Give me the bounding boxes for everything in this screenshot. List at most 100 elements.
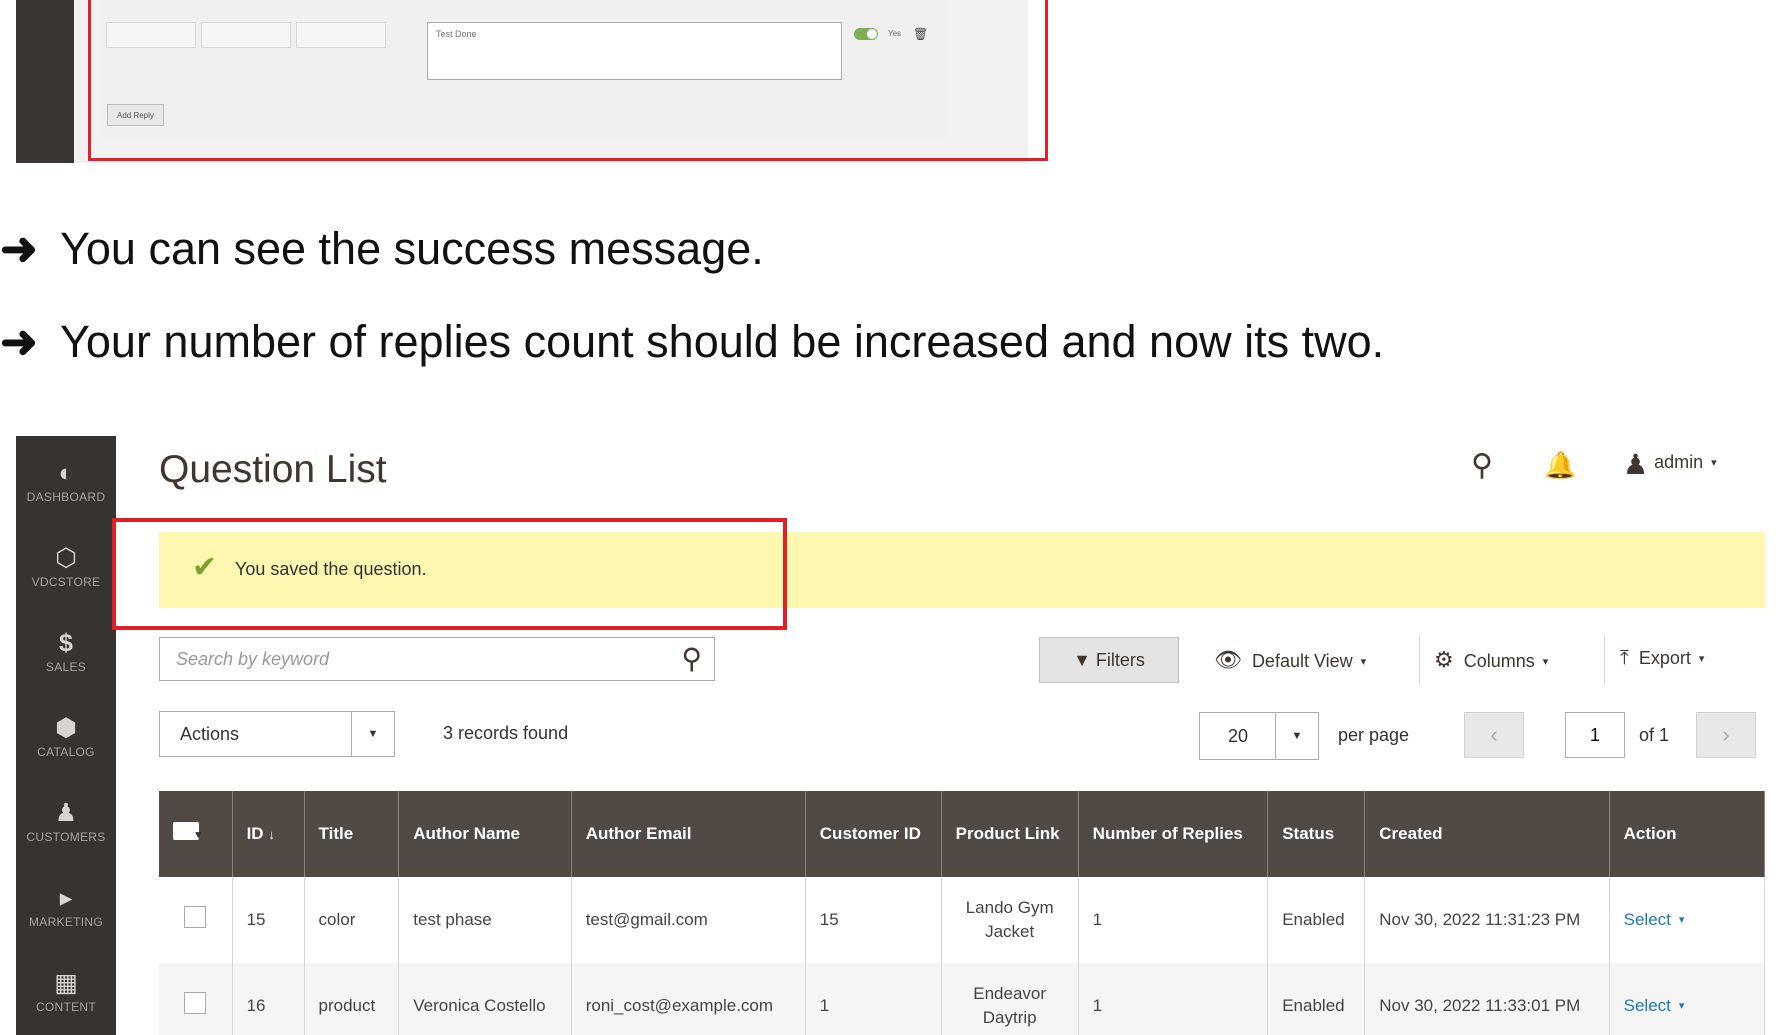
- chevron-down-icon: ▾: [1711, 457, 1717, 469]
- user-menu[interactable]: ♟ admin ▾: [1623, 448, 1717, 481]
- sidebar-item-label: MARKETING: [28, 915, 104, 929]
- default-view-dropdown[interactable]: 👁 Default View ▾: [1214, 647, 1366, 673]
- per-page-dropdown[interactable]: 20 ▼: [1199, 712, 1319, 760]
- cell-action: Select ▾: [1609, 963, 1766, 1035]
- row-checkbox-cell: [159, 963, 233, 1035]
- cell-customer-id: 1: [805, 963, 942, 1035]
- top-screenshot: Test Done Yes 🗑 Add Reply: [16, 0, 1048, 163]
- cell-author-email: roni_cost@example.com: [571, 963, 806, 1035]
- sidebar-item-label: SALES: [45, 660, 87, 674]
- per-page-label: per page: [1338, 725, 1410, 745]
- column-header-action: Action: [1609, 791, 1766, 877]
- chevron-down-icon: ▼: [1275, 713, 1318, 759]
- trash-icon[interactable]: 🗑: [913, 27, 928, 41]
- column-header-author-email[interactable]: Author Email: [571, 791, 806, 877]
- actions-dropdown[interactable]: Actions ▼: [159, 711, 395, 757]
- gear-icon: ⚙: [1434, 647, 1454, 672]
- column-header-title[interactable]: Title: [304, 791, 400, 877]
- toolbar-divider: [1604, 636, 1605, 684]
- row-checkbox[interactable]: [184, 991, 207, 1014]
- page-number-input[interactable]: [1565, 712, 1625, 758]
- select-label: Select: [1623, 910, 1671, 929]
- megaphone-icon: ▸: [59, 884, 73, 912]
- search-icon[interactable]: ⚲: [1471, 448, 1493, 483]
- chevron-down-icon: ▾: [1678, 914, 1685, 926]
- column-header-product-link[interactable]: Product Link: [941, 791, 1079, 877]
- cell-author-name: test phase: [398, 877, 572, 963]
- column-header-author-name[interactable]: Author Name: [398, 791, 572, 877]
- bell-icon[interactable]: 🔔: [1544, 450, 1576, 481]
- success-message: ✔ You saved the question.: [159, 532, 1765, 608]
- column-header-customer-id[interactable]: Customer ID: [805, 791, 942, 877]
- sidebar-item-vdcstore[interactable]: ⬡ VDCSTORE: [16, 543, 116, 589]
- chevron-down-icon: ▾: [1678, 1000, 1685, 1012]
- dollar-icon: $: [59, 629, 73, 657]
- eye-icon: 👁: [1214, 647, 1242, 672]
- cell-product-link[interactable]: Endeavor Daytrip: [941, 963, 1079, 1035]
- sidebar-item-sales[interactable]: $ SALES: [16, 628, 116, 674]
- select-label: Select: [1623, 996, 1671, 1015]
- next-page-button[interactable]: ›: [1696, 712, 1756, 758]
- previous-page-button[interactable]: ‹: [1464, 712, 1524, 758]
- sidebar-item-dashboard[interactable]: ◐ DASHBOARD: [16, 458, 116, 504]
- reply-status-toggle[interactable]: [854, 28, 878, 40]
- toggle-label: Yes: [888, 29, 902, 38]
- cell-created: Nov 30, 2022 11:33:01 PM: [1364, 963, 1610, 1035]
- chevron-down-icon: ▾: [1698, 653, 1705, 665]
- top-sidebar: [16, 0, 74, 163]
- chevron-left-icon: ‹: [1490, 722, 1498, 747]
- filters-button[interactable]: ▼ Filters: [1039, 637, 1179, 683]
- page-title: Question List: [159, 448, 387, 491]
- question-grid: ID ↓ Title Author Name Author Email Cust…: [159, 791, 1766, 1035]
- page-count: of 1: [1639, 725, 1670, 745]
- sidebar-item-catalog[interactable]: ⬢ CATALOG: [16, 713, 116, 759]
- arrow-icon: ➜: [0, 316, 38, 367]
- cell-customer-id: 15: [805, 877, 942, 963]
- reply-content-textarea[interactable]: Test Done: [427, 22, 842, 80]
- add-reply-button[interactable]: Add Reply: [107, 104, 164, 126]
- user-name: admin: [1654, 452, 1704, 472]
- sidebar-item-label: CUSTOMERS: [26, 830, 106, 844]
- reply-field-1[interactable]: [106, 22, 196, 48]
- sidebar-item-label: VDCSTORE: [31, 575, 101, 589]
- cell-title: product: [304, 963, 400, 1035]
- cell-product-link[interactable]: Lando Gym Jacket: [941, 877, 1079, 963]
- sidebar-item-marketing[interactable]: ▸ MARKETING: [16, 883, 116, 929]
- search-input[interactable]: [160, 638, 682, 680]
- row-checkbox-cell: [159, 877, 233, 963]
- row-action-select[interactable]: Select ▾: [1624, 910, 1685, 929]
- row-action-select[interactable]: Select ▾: [1624, 996, 1685, 1015]
- columns-dropdown[interactable]: ⚙ Columns ▾: [1434, 647, 1548, 673]
- actions-label: Actions: [180, 724, 240, 744]
- sidebar-item-label: CATALOG: [37, 745, 95, 759]
- export-dropdown[interactable]: ⤒ Export ▾: [1620, 647, 1704, 670]
- filters-label: Filters: [1095, 650, 1145, 670]
- reply-field-3[interactable]: [296, 22, 386, 48]
- sidebar-item-label: CONTENT: [35, 1000, 97, 1014]
- column-header-number-of-replies[interactable]: Number of Replies: [1078, 791, 1269, 877]
- chevron-down-icon: ▾: [1360, 656, 1367, 668]
- cell-status: Enabled: [1267, 877, 1366, 963]
- bullet-text: You can see the success message.: [60, 223, 764, 274]
- row-checkbox[interactable]: [184, 905, 207, 928]
- column-header-id[interactable]: ID ↓: [232, 791, 305, 877]
- cell-replies: 1: [1078, 877, 1269, 963]
- chevron-down-icon: ▼: [351, 712, 394, 756]
- cell-author-email: test@gmail.com: [571, 877, 806, 963]
- mass-action-checkbox[interactable]: [159, 791, 233, 877]
- sidebar-item-content[interactable]: ▦ CONTENT: [16, 968, 116, 1014]
- column-header-created[interactable]: Created: [1364, 791, 1610, 877]
- reply-field-2[interactable]: [201, 22, 291, 48]
- cell-created: Nov 30, 2022 11:31:23 PM: [1364, 877, 1610, 963]
- success-message-text: You saved the question.: [235, 559, 427, 579]
- search-icon[interactable]: ⚲: [681, 642, 702, 675]
- column-label: ID: [246, 823, 264, 843]
- export-label: Export: [1638, 648, 1691, 668]
- dashboard-icon: ◐: [58, 459, 74, 487]
- default-view-label: Default View: [1251, 651, 1353, 671]
- sort-arrow-icon: ↓: [268, 826, 275, 842]
- sidebar-item-customers[interactable]: ♟ CUSTOMERS: [16, 798, 116, 844]
- column-header-status[interactable]: Status: [1267, 791, 1366, 877]
- arrow-icon: ➜: [0, 223, 38, 274]
- layout-icon: ▦: [54, 969, 78, 997]
